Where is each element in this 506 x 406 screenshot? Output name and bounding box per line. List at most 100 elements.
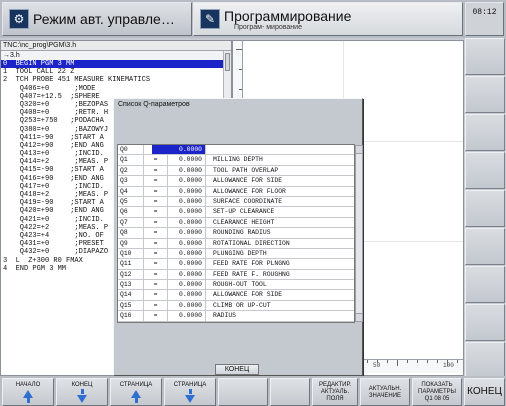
softkey-begin[interactable]: НАЧАЛО xyxy=(2,378,54,406)
q-comment: SURFACE COORDINATE xyxy=(213,197,283,205)
softkey-page-down[interactable]: СТРАНИЦА xyxy=(164,378,216,406)
scroll-up-arrow-icon[interactable] xyxy=(356,146,362,154)
q-equals: = xyxy=(144,311,168,321)
arrow-down-icon xyxy=(77,395,87,403)
softkey-end-big[interactable]: КОНЕЦ xyxy=(464,378,505,406)
softkey-current-value[interactable]: АКТУАЛЬН. ЗНАЧЕНИЕ xyxy=(360,378,410,406)
q-parameter-table[interactable]: Q0=0.0000Q1=0.0000MILLING DEPTHQ2=0.0000… xyxy=(117,144,363,323)
q-name: Q13 xyxy=(118,280,144,290)
q-parameter-row[interactable]: Q14 = 0.0000 ALLOWANCE FOR SIDE xyxy=(118,290,354,301)
q-parameter-row[interactable]: Q2 = 0.0000 TOOL PATH OVERLAP xyxy=(118,165,354,177)
q-equals: = xyxy=(144,269,168,280)
softkey-show-params-label: ПОКАЗАТЬ ПАРАМЕТРЫ xyxy=(418,382,456,395)
vertical-softkey-3[interactable] xyxy=(465,114,505,151)
q-equals: = xyxy=(144,248,168,259)
vertical-softkey-1[interactable] xyxy=(465,38,505,75)
q-value: 0.0000 xyxy=(168,207,206,217)
ruler-tick xyxy=(457,360,458,363)
vertical-softkey-4[interactable] xyxy=(465,152,505,189)
q-value: 0.0000 xyxy=(168,269,206,280)
q-comment: ROUGH-OUT TOOL xyxy=(213,281,267,289)
vertical-softkey-5[interactable] xyxy=(465,190,505,227)
vertical-softkey-7[interactable] xyxy=(465,266,505,303)
machine-mode-label: Режим авт. управле… xyxy=(33,11,175,27)
q-parameter-row[interactable]: Q0=0.0000 xyxy=(118,145,354,156)
q-value: 0.0000 xyxy=(168,238,206,248)
q-name: Q9 xyxy=(118,238,144,248)
q-name: Q15 xyxy=(118,300,144,311)
q-name: Q11 xyxy=(118,259,144,269)
program-line[interactable]: 0 BEGIN PGM 3 MM xyxy=(1,60,231,69)
machine-mode-tab[interactable]: ⚙ Режим авт. управле… xyxy=(2,2,192,36)
vertical-softkey-6[interactable] xyxy=(465,228,505,265)
q-comment: SET-UP CLEARANCE xyxy=(213,208,275,216)
q-name: Q10 xyxy=(118,248,144,259)
softkey-bar: НАЧАЛО КОНЕЦ СТРАНИЦА СТРАНИЦА РЕДАКТИР.… xyxy=(0,376,506,406)
dialog-title: Список Q-параметров xyxy=(118,101,190,108)
scroll-down-arrow-icon[interactable] xyxy=(356,312,362,321)
q-comment xyxy=(206,145,354,154)
vertical-softkey-9[interactable] xyxy=(465,342,505,379)
q-comment: RADIUS xyxy=(213,312,237,320)
vertical-softkey-2[interactable] xyxy=(465,76,505,113)
softkey-empty-2[interactable] xyxy=(270,378,310,406)
softkey-end[interactable]: КОНЕЦ xyxy=(56,378,108,406)
q-parameter-row[interactable]: Q4 = 0.0000 ALLOWANCE FOR FLOOR xyxy=(118,186,354,197)
q-parameter-row[interactable]: Q1 = 0.0000 MILLING DEPTH xyxy=(118,155,354,166)
q-value: 0.0000 xyxy=(152,145,206,155)
softkey-begin-label: НАЧАЛО xyxy=(15,382,41,388)
q-parameter-row[interactable]: Q5 = 0.0000 SURFACE COORDINATE xyxy=(118,196,354,208)
softkey-page-up[interactable]: СТРАНИЦА xyxy=(110,378,162,406)
q-equals: = xyxy=(144,238,168,248)
q-parameter-row[interactable]: Q6 = 0.0000 SET-UP CLEARANCE xyxy=(118,207,354,218)
q-comment: ROUNDING RADIUS xyxy=(213,229,271,237)
programming-mode-label: Программирование xyxy=(224,7,352,24)
arrow-up-icon xyxy=(23,390,33,398)
q-comment: FEED RATE FOR PLNGNG xyxy=(213,260,290,268)
dialog-end-button[interactable]: КОНЕЦ xyxy=(215,364,259,375)
q-comment: CLIMB OR UP-CUT xyxy=(213,301,271,309)
softkey-show-parameters[interactable]: ПОКАЗАТЬ ПАРАМЕТРЫ Q1 08 05 xyxy=(412,378,462,406)
program-line[interactable]: 2 TCH PROBE 451 MEASURE KINEMATICS xyxy=(1,76,231,84)
programming-mode-tab[interactable]: ✎ Программирование Програм- мирование xyxy=(193,2,463,36)
softkey-empty-1[interactable] xyxy=(218,378,268,406)
program-line[interactable]: 1 TOOL CALL 22 Z xyxy=(1,68,231,76)
q-name: Q14 xyxy=(118,290,144,300)
q-parameter-row[interactable]: Q12 = 0.0000 FEED RATE F. ROUGHNG xyxy=(118,269,354,281)
q-parameter-row[interactable]: Q3 = 0.0000 ALLOWANCE FOR SIDE xyxy=(118,176,354,187)
q-equals: = xyxy=(144,155,168,165)
q-equals: = xyxy=(144,176,168,186)
q-parameter-rows: Q0=0.0000Q1=0.0000MILLING DEPTHQ2=0.0000… xyxy=(118,145,354,322)
q-parameter-row[interactable]: Q15 = 0.0000 CLIMB OR UP-CUT xyxy=(118,300,354,312)
q-value: 0.0000 xyxy=(168,217,206,228)
softkey-edit-current-field[interactable]: РЕДАКТИР. АКТУАЛЬ. ПОЛЯ xyxy=(312,378,358,406)
q-parameter-row[interactable]: Q13 = 0.0000 ROUGH-OUT TOOL xyxy=(118,280,354,291)
q-comment: ALLOWANCE FOR FLOOR xyxy=(213,187,286,195)
q-name: Q5 xyxy=(118,196,144,207)
q-comment: ALLOWANCE FOR SIDE xyxy=(213,177,283,185)
ruler-tick xyxy=(427,360,428,363)
machine-mode-icon: ⚙ xyxy=(9,9,29,29)
q-name: Q6 xyxy=(118,207,144,217)
q-value: 0.0000 xyxy=(168,259,206,269)
editor-scroll-thumb[interactable] xyxy=(225,53,230,71)
q-parameter-row[interactable]: Q16 = 0.0000 RADIUS xyxy=(118,311,354,322)
q-value: 0.0000 xyxy=(168,311,206,321)
q-value: 0.0000 xyxy=(168,165,206,176)
program-line[interactable]: Q406=+0 ;MODE xyxy=(1,85,231,93)
q-parameter-row[interactable]: Q9 = 0.0000 ROTATIONAL DIRECTION xyxy=(118,238,354,249)
q-parameter-row[interactable]: Q10 = 0.0000 PLUNGING DEPTH xyxy=(118,248,354,260)
q-comment: FEED RATE F. ROUGHNG xyxy=(213,270,290,278)
q-value: 0.0000 xyxy=(168,196,206,207)
q-parameter-row[interactable]: Q11 = 0.0000 FEED RATE FOR PLNGNG xyxy=(118,259,354,270)
vertical-softkey-8[interactable] xyxy=(465,304,505,341)
ruler-tick xyxy=(236,49,242,50)
q-comment: ROTATIONAL DIRECTION xyxy=(213,239,290,247)
ruler-tick xyxy=(387,360,388,363)
softkey-page-down-label: СТРАНИЦА xyxy=(173,382,207,388)
q-parameter-row[interactable]: Q8 = 0.0000 ROUNDING RADIUS xyxy=(118,228,354,239)
q-table-scrollbar[interactable] xyxy=(355,145,363,322)
q-parameter-row[interactable]: Q7 = 0.0000 CLEARANCE HEIGHT xyxy=(118,217,354,229)
ruler-tick xyxy=(437,360,438,363)
q-equals: = xyxy=(144,228,168,238)
